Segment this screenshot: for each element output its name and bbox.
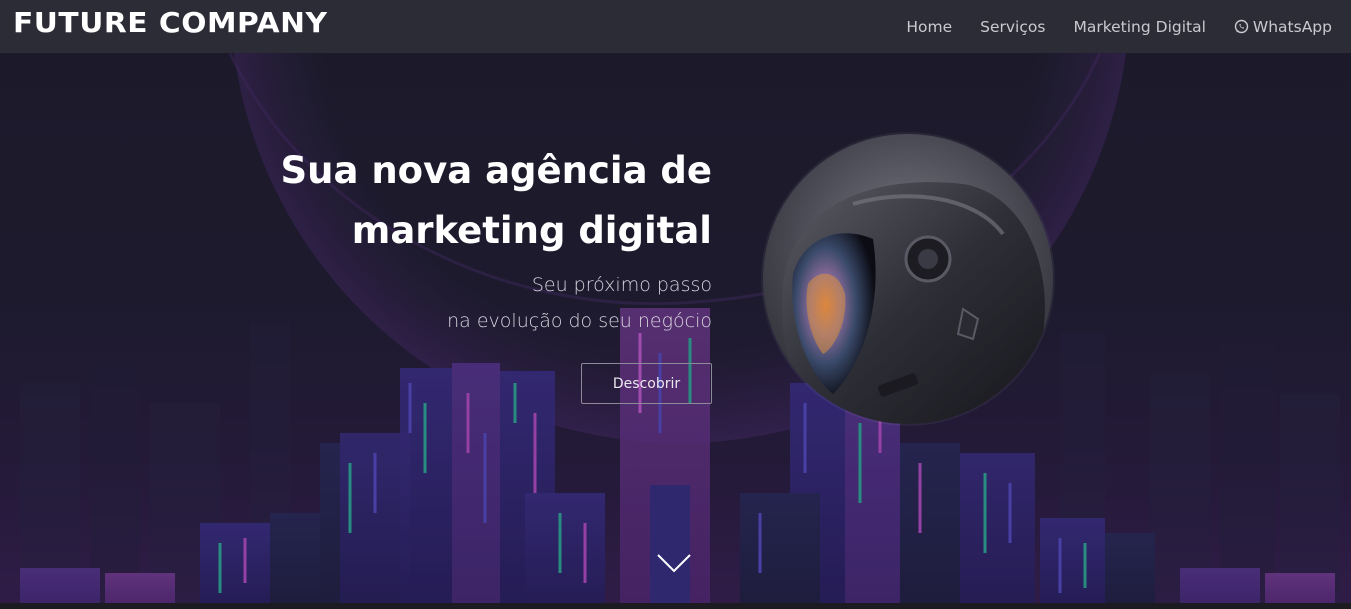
- nav-link-servicos[interactable]: Serviços: [980, 18, 1045, 36]
- brand-logo[interactable]: FUTURE COMPANY: [13, 6, 327, 40]
- nav-link-home[interactable]: Home: [906, 18, 952, 36]
- nav-link-marketing-digital[interactable]: Marketing Digital: [1073, 18, 1205, 36]
- navbar: FUTURE COMPANY Home Serviços Marketing D…: [0, 0, 1351, 53]
- hero-subtitle-line-1: Seu próximo passo: [531, 274, 712, 296]
- hero-subtitle: Seu próximo passo na evolução do seu neg…: [292, 267, 712, 339]
- hero-title: Sua nova agência de marketing digital: [192, 141, 713, 261]
- hero-title-line-2: marketing digital: [351, 209, 712, 252]
- nav-links: Home Serviços Marketing Digital WhatsApp: [878, 0, 1332, 53]
- astronaut-helmet-image: [763, 134, 1053, 424]
- nav-link-whatsapp[interactable]: WhatsApp: [1234, 18, 1332, 36]
- hero-section: Sua nova agência de marketing digital Se…: [0, 53, 1351, 609]
- hero-subtitle-line-2: na evolução do seu negócio: [447, 310, 712, 332]
- landing-page: FUTURE COMPANY Home Serviços Marketing D…: [0, 0, 1351, 609]
- hero-title-line-1: Sua nova agência de: [280, 149, 713, 192]
- whatsapp-label: WhatsApp: [1252, 17, 1332, 36]
- hero-bottom-edge: [0, 603, 1351, 609]
- whatsapp-icon: [1234, 19, 1249, 34]
- discover-button[interactable]: Descobrir: [581, 363, 712, 404]
- chevron-down-icon[interactable]: [657, 553, 691, 573]
